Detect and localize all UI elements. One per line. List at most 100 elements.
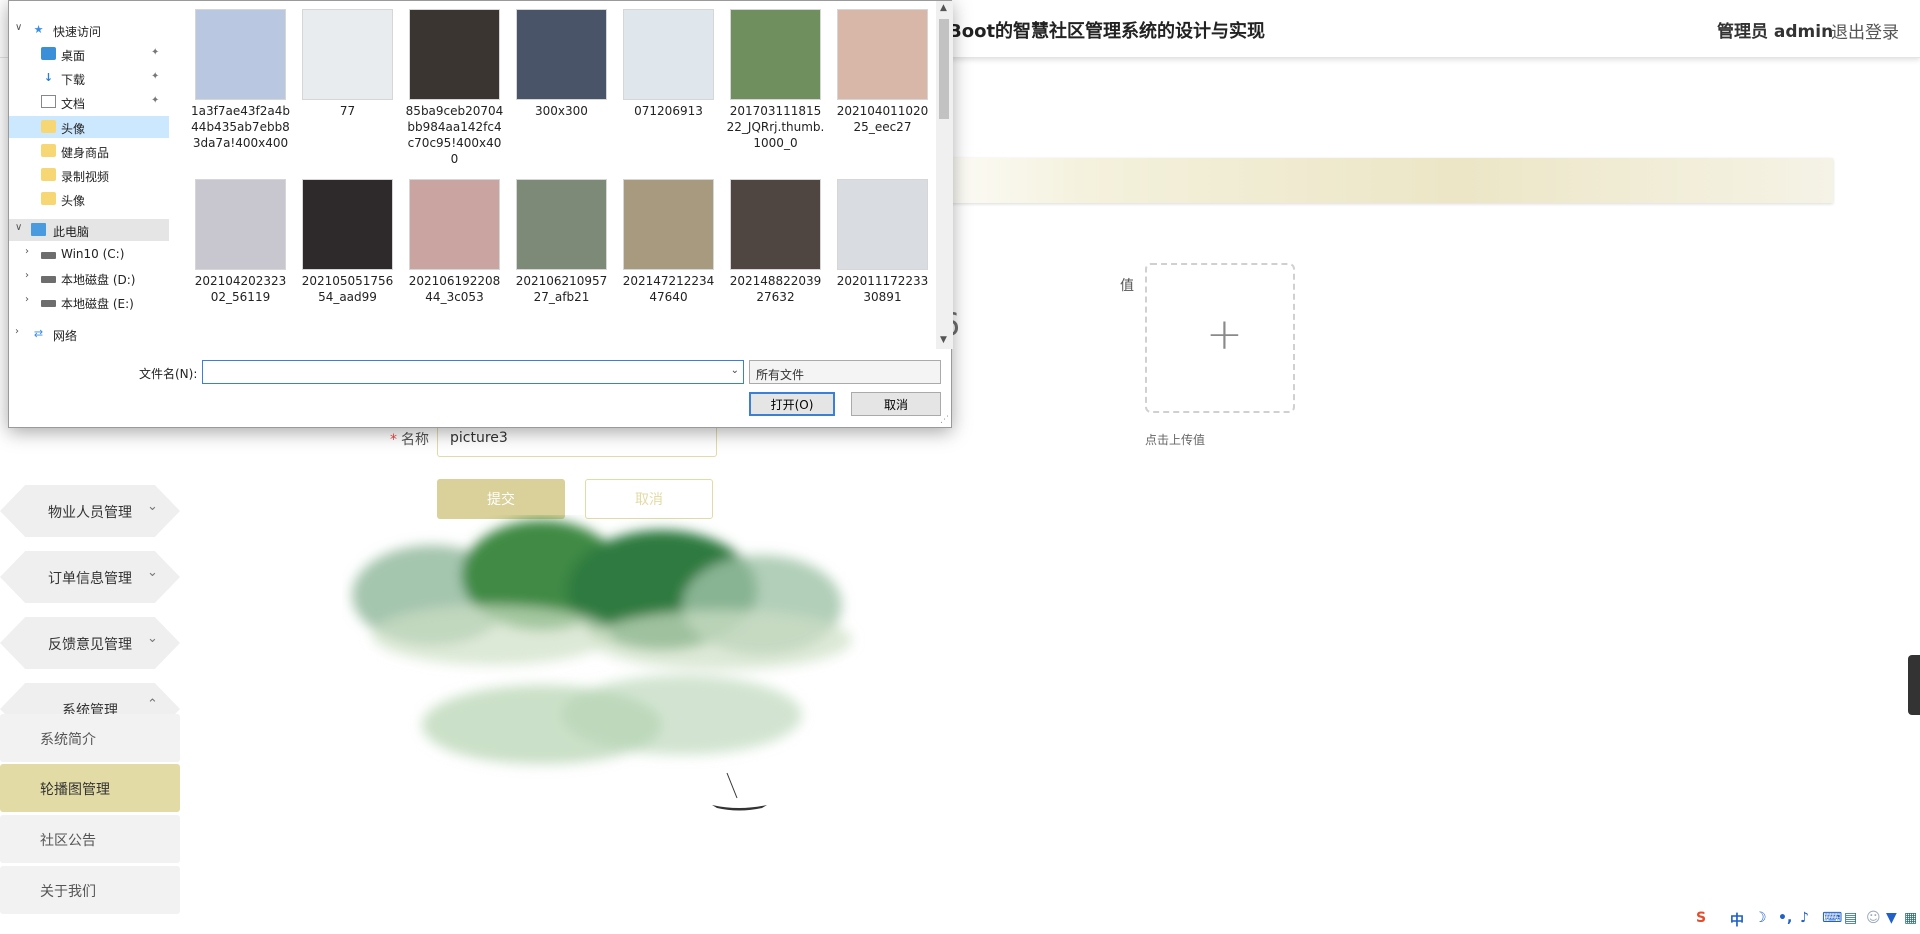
file-name: 20214721223447640 [622,274,715,304]
tree-item-label: 快速访问 [53,25,102,39]
chevron-down-icon[interactable]: ⌄ [731,365,739,376]
tree-item[interactable]: ↓ 下载 ✦ [9,67,169,89]
required-mark: * [390,432,397,448]
filename-input[interactable]: ⌄ [202,360,744,384]
file-grid: 1a3f7ae43f2a4b44b435ab7ebb83da7a!400x400… [187,9,947,349]
tree-item[interactable]: › 本地磁盘 (E:) [9,291,169,313]
file-thumbnail[interactable]: 20210401102025_eec27 [829,9,936,135]
tree-item[interactable]: 桌面 ✦ [9,43,169,65]
dialog-cancel-button[interactable]: 取消 [851,392,941,416]
star-icon: ★ [33,23,44,36]
tree-item[interactable]: ∨ ★ 快速访问 [9,19,169,41]
tree-item[interactable]: › 本地磁盘 (D:) [9,267,169,289]
sidebar-item-system-intro[interactable]: 系统简介 [0,714,180,762]
file-thumbnail[interactable]: 1a3f7ae43f2a4b44b435ab7ebb83da7a!400x400 [187,9,294,151]
grid-menu-icon[interactable]: ▦ [1904,910,1917,926]
expand-chevron-icon[interactable]: ∨ [15,222,22,233]
image-preview [409,179,500,270]
folder-icon [41,144,56,157]
chevron-up-icon: ⌃ [147,697,158,712]
sidebar-item-about[interactable]: 关于我们 [0,866,180,914]
menu-orders[interactable]: 订单信息管理 ⌄ [0,551,180,603]
cancel-button[interactable]: 取消 [585,479,713,519]
file-name: 071206913 [634,104,703,118]
user-icon[interactable]: ☺ [1866,910,1881,926]
file-thumbnail[interactable]: 20214721223447640 [615,179,722,305]
image-preview [302,9,393,100]
tree-item-label: 本地磁盘 (E:) [61,297,134,311]
scroll-down-icon[interactable]: ▼ [940,335,947,345]
resize-grip-icon[interactable]: ⋰ [940,415,949,425]
image-preview [730,179,821,270]
tree-item[interactable]: › Win10 (C:) [9,243,169,265]
microphone-icon[interactable]: ♪ [1800,910,1809,926]
moon-icon[interactable]: ☽ [1754,910,1767,926]
file-name: 77 [339,104,356,118]
tree-item-label: 文档 [61,97,86,111]
menu-property-staff[interactable]: 物业人员管理 ⌄ [0,485,180,537]
ime-mode[interactable]: 中 [1730,910,1744,930]
menu-feedback[interactable]: 反馈意见管理 ⌄ [0,617,180,669]
side-handle[interactable] [1908,655,1920,715]
sogou-icon[interactable]: S [1696,910,1706,926]
keyboard-icon[interactable]: ⌨ [1822,910,1842,926]
open-button[interactable]: 打开(O) [749,392,835,416]
tree-item[interactable]: › ⇄ 网络 [9,323,169,345]
file-thumbnail[interactable]: 071206913 [615,9,722,119]
tree-item[interactable]: 健身商品 [9,140,169,162]
sidebar-item-notices[interactable]: 社区公告 [0,815,180,863]
menu-label: 反馈意见管理 [48,637,132,653]
scrollbar[interactable]: ▲ ▼ [936,1,953,349]
file-thumbnail[interactable]: 20210505175654_aad99 [294,179,401,305]
tree-item[interactable]: 录制视频 [9,164,169,186]
expand-chevron-icon[interactable]: › [15,326,19,337]
sidebar-item-label: 关于我们 [40,884,96,900]
tree-item[interactable]: 头像 [9,116,169,138]
tree-item[interactable]: 文档 ✦ [9,91,169,113]
tree-item[interactable]: 头像 [9,188,169,210]
logout-link[interactable]: 退出登录 [1831,18,1899,43]
expand-chevron-icon[interactable]: ∨ [15,22,22,33]
file-thumbnail[interactable]: 20214882203927632 [722,179,829,305]
image-uploader[interactable]: + [1145,263,1295,413]
tree-item-label: 下载 [61,73,86,87]
drive-icon [41,252,56,259]
file-name: 20210505175654_aad99 [301,274,394,304]
folder-icon [41,120,56,133]
punctuation-icon[interactable]: •, [1778,910,1792,926]
pin-icon: ✦ [151,71,160,82]
tree-item-label: 本地磁盘 (D:) [61,273,136,287]
image-preview [730,9,821,100]
sidebar-item-carousel[interactable]: 轮播图管理 [0,764,180,812]
file-thumbnail[interactable]: 20210619220844_3c053 [401,179,508,305]
file-thumbnail[interactable]: 300x300 [508,9,615,119]
ime-tray: S 中 ☽ •, ♪ ⌨ ▤ ☺ ▼ ▦ [1692,906,1920,934]
toolbox-icon[interactable]: ▤ [1844,910,1857,926]
admin-user-label: 管理员 admin [1717,22,1834,42]
filetype-select[interactable]: 所有文件 ⌄ [749,360,941,384]
desktop-icon [41,47,56,60]
scroll-thumb[interactable] [939,19,949,119]
image-preview [837,179,928,270]
file-name: 300x300 [535,104,588,118]
file-thumbnail[interactable]: 20210420232302_56119 [187,179,294,305]
ink-painting-illustration [342,520,872,845]
file-thumbnail[interactable]: 20210621095727_afb21 [508,179,615,305]
file-thumbnail[interactable]: 77 [294,9,401,119]
file-thumbnail[interactable]: 20170311181522_JQRrj.thumb.1000_0 [722,9,829,151]
expand-chevron-icon[interactable]: › [25,294,29,305]
file-thumbnail[interactable]: 20201117223330891 [829,179,936,305]
expand-chevron-icon[interactable]: › [25,270,29,281]
breadcrumb-banner [898,158,1833,203]
document-icon [41,95,56,108]
folder-icon [41,192,56,205]
expand-chevron-icon[interactable]: › [25,246,29,257]
skin-icon[interactable]: ▼ [1886,910,1897,926]
value-label: 值 [1120,278,1134,294]
network-icon: ⇄ [33,327,44,340]
submit-button[interactable]: 提交 [437,479,565,519]
file-thumbnail[interactable]: 85ba9ceb20704bb984aa142fc4c70c95!400x400 [401,9,508,167]
file-name: 20201117223330891 [836,274,929,304]
tree-item[interactable]: ∨ 此电脑 [9,219,169,241]
scroll-up-icon[interactable]: ▲ [940,3,947,13]
